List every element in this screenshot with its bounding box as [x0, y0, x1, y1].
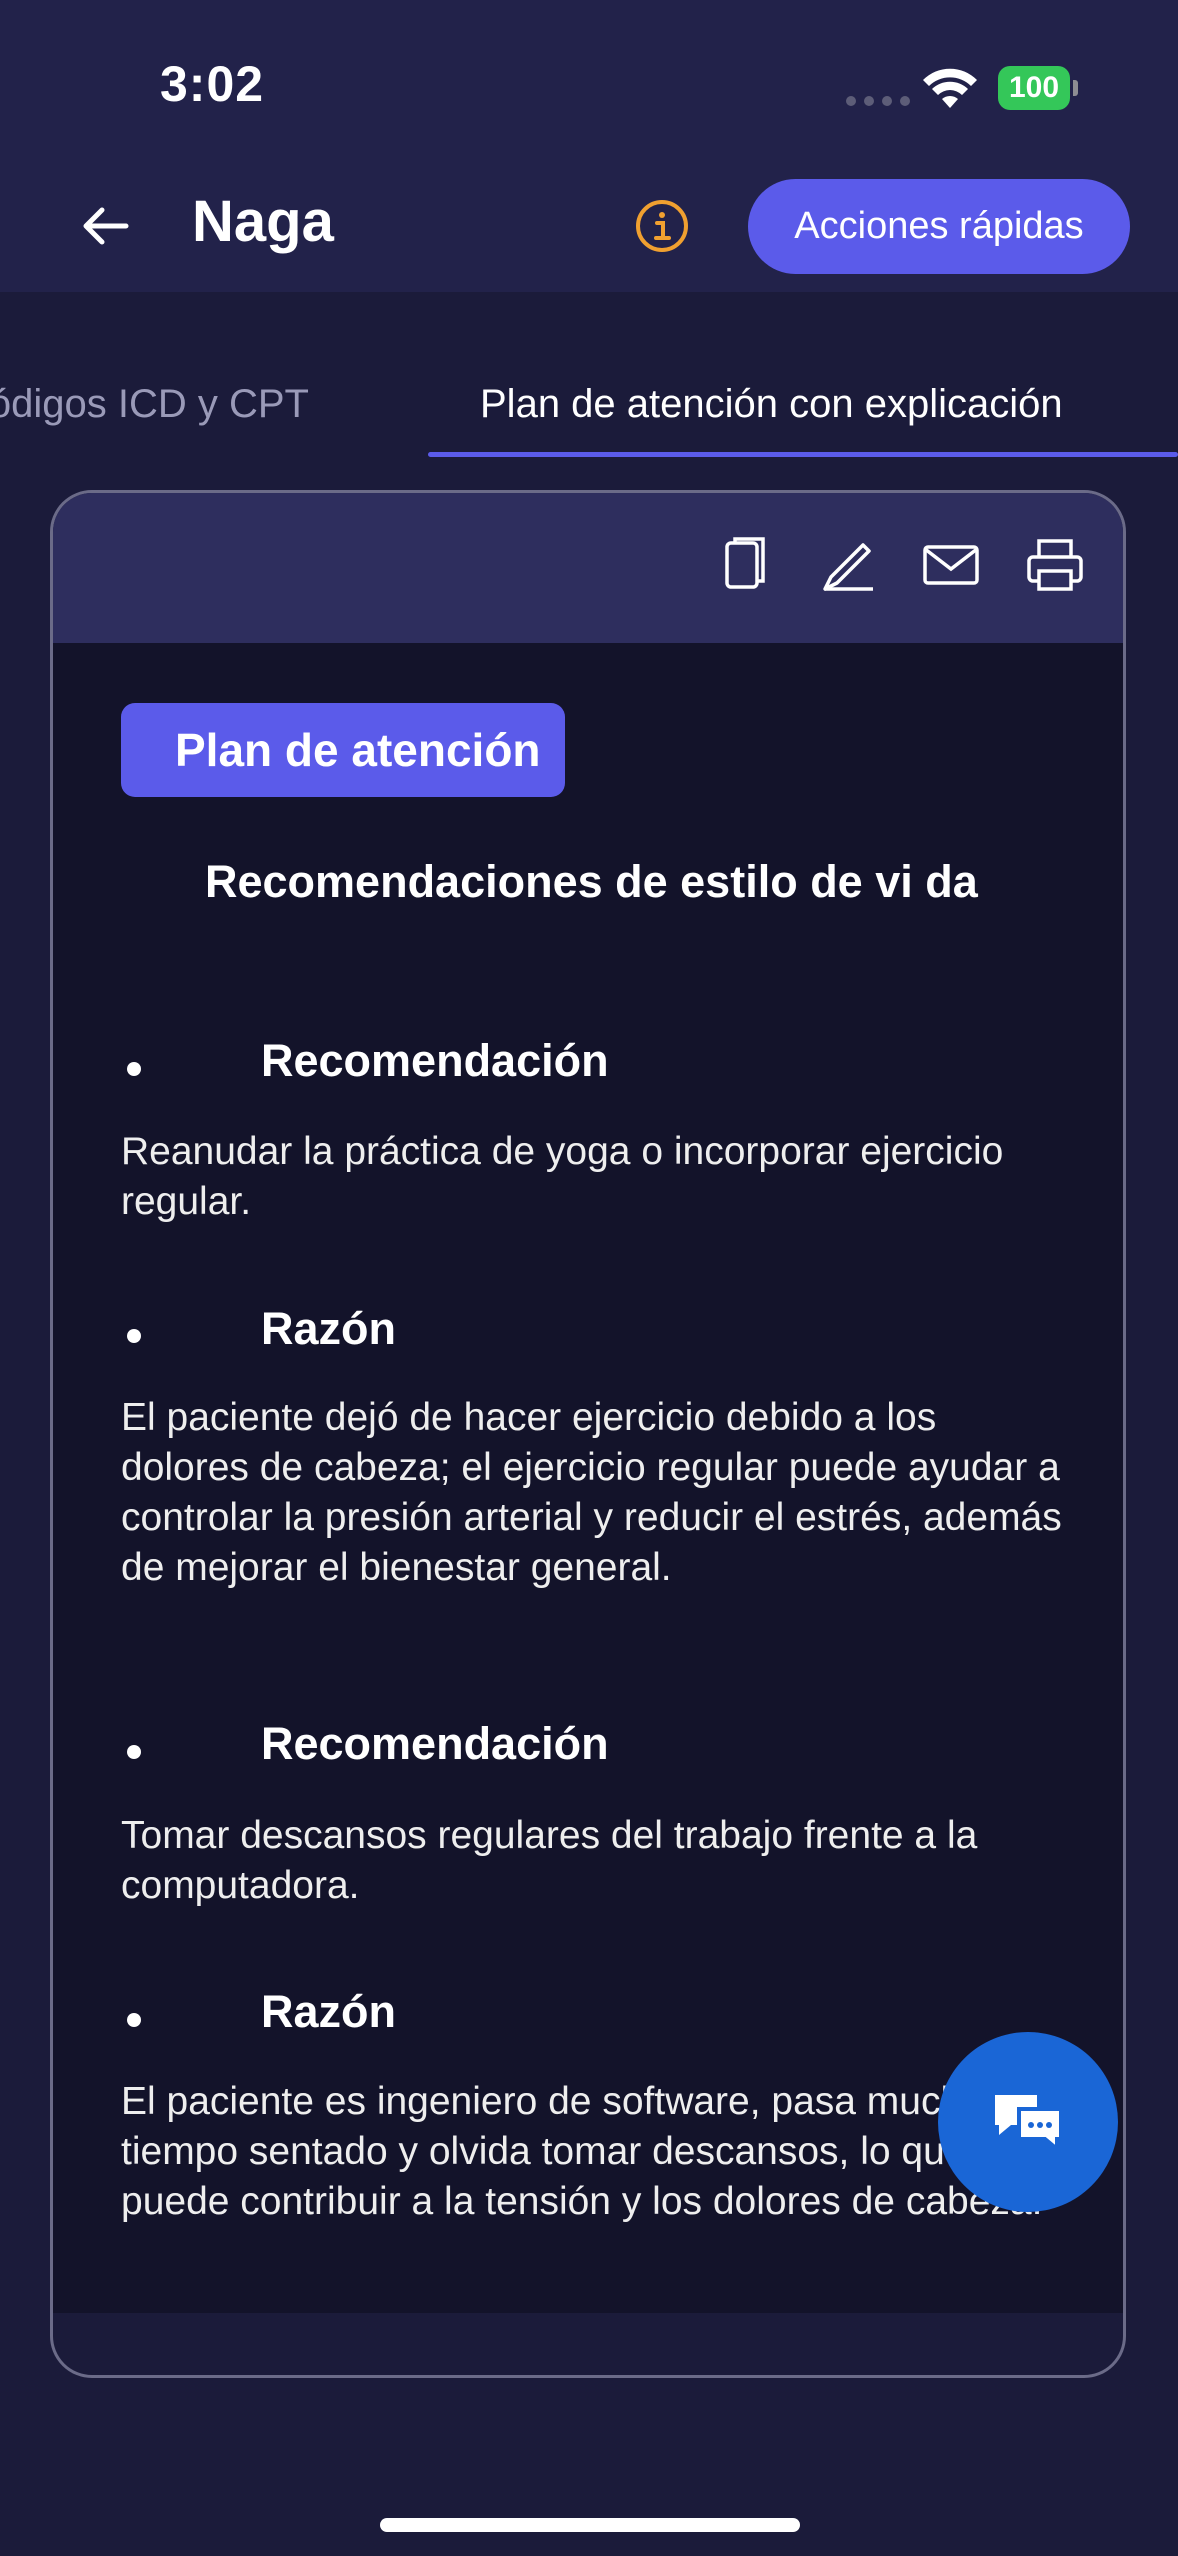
wifi-icon [923, 68, 977, 108]
item-paragraph: El paciente dejó de hacer ejercicio debi… [121, 1396, 1062, 1589]
item-heading: Recomendación [261, 1035, 609, 1086]
item-paragraph: El paciente es ingeniero de software, pa… [121, 2080, 1043, 2223]
item-paragraph: Tomar descansos regulares del trabajo fr… [121, 1814, 978, 1907]
cellular-signal-icon [846, 96, 910, 106]
page-title: Naga [192, 189, 334, 254]
quick-actions-button[interactable]: Acciones rápidas [748, 179, 1130, 274]
card-toolbar [53, 493, 1123, 643]
tab-bar: Códigos ICD y CPT Plan de atención con e… [0, 292, 1178, 462]
item-heading: Razón [261, 1303, 396, 1354]
status-time: 3:02 [160, 56, 265, 112]
mail-icon[interactable] [919, 533, 983, 597]
app-header: 3:02 100 Naga Acciones rápidas [0, 0, 1178, 292]
tab-icd-cpt-codes[interactable]: Códigos ICD y CPT [0, 382, 309, 427]
edit-icon[interactable] [817, 533, 881, 597]
bullet-point [127, 2013, 141, 2027]
back-arrow-icon[interactable] [76, 196, 136, 256]
item-heading: Recomendación [261, 1718, 609, 1769]
print-icon[interactable] [1023, 533, 1087, 597]
battery-icon: 100 [998, 66, 1078, 110]
chat-bubbles-icon [995, 2095, 1063, 2154]
tab-care-plan[interactable]: Plan de atención con explicación [480, 382, 1063, 427]
info-icon[interactable] [634, 198, 690, 254]
copy-icon[interactable] [713, 533, 777, 597]
section-subheading: Recomendaciones de estilo de vi da [205, 856, 978, 907]
section-badge: Plan de atención [121, 703, 565, 797]
item-paragraph: Reanudar la práctica de yoga o incorpora… [121, 1130, 1004, 1223]
bullet-point [127, 1062, 141, 1076]
bullet-point [127, 1745, 141, 1759]
item-heading: Razón [261, 1986, 396, 2037]
bullet-point [127, 1329, 141, 1343]
chat-button[interactable] [938, 2032, 1118, 2212]
active-tab-indicator [428, 452, 1178, 457]
home-indicator [380, 2518, 800, 2532]
battery-level: 100 [998, 66, 1070, 110]
